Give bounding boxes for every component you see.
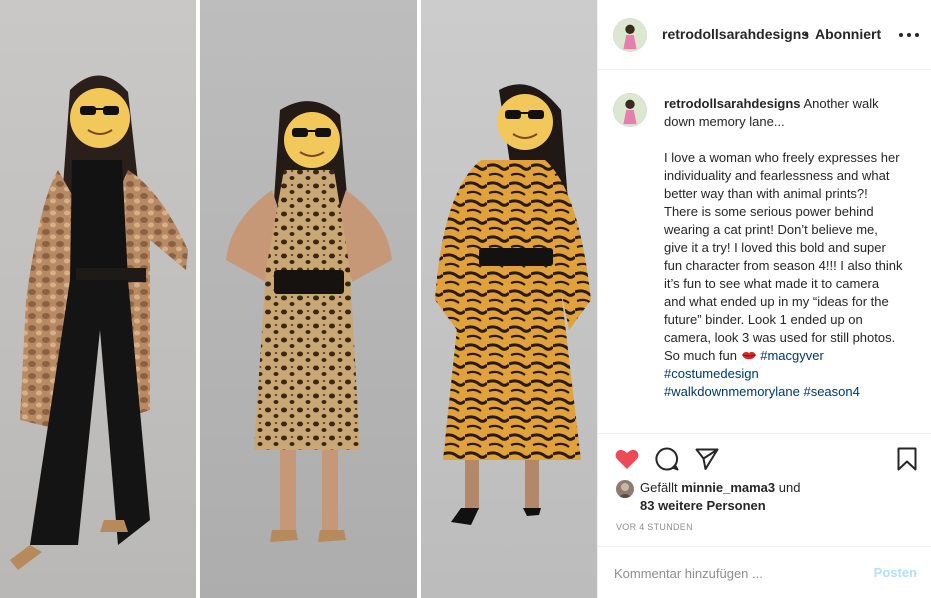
likes-prefix: Gefällt xyxy=(640,480,678,495)
paper-plane-icon[interactable] xyxy=(694,446,720,472)
action-bar xyxy=(598,433,931,479)
comment-icon[interactable] xyxy=(654,446,680,472)
caption-username[interactable]: retrodollsarahdesigns xyxy=(664,96,801,111)
post-header: retrodollsarahdesigns • Abonniert xyxy=(598,0,931,70)
post-image[interactable] xyxy=(0,0,597,598)
author-username[interactable]: retrodollsarahdesigns xyxy=(662,26,809,42)
author-avatar[interactable] xyxy=(613,18,647,52)
hashtag-link[interactable]: #walkdownmemorylane xyxy=(664,384,800,399)
look-2-photo xyxy=(200,0,417,598)
more-options-icon[interactable] xyxy=(898,24,920,44)
post-caption: retrodollsarahdesigns Another walk down … xyxy=(664,95,904,401)
post-sidebar: retrodollsarahdesigns • Abonniert retrod… xyxy=(597,0,931,598)
separator-dot: • xyxy=(804,26,809,42)
lips-emoji-icon xyxy=(741,351,756,360)
caption-body: I love a woman who freely expresses her … xyxy=(664,150,903,363)
liker-username[interactable]: minnie_mama3 xyxy=(681,480,775,495)
likes-others-link[interactable]: 83 weitere Personen xyxy=(640,498,766,513)
post-timestamp[interactable]: VOR 4 STUNDEN xyxy=(616,522,693,532)
bookmark-icon[interactable] xyxy=(894,446,920,472)
hashtag-link[interactable]: #costumedesign xyxy=(664,366,759,381)
comment-form: Posten xyxy=(598,546,931,598)
hashtag-link[interactable]: #macgyver xyxy=(760,348,824,363)
follow-status-button[interactable]: Abonniert xyxy=(815,26,881,42)
comment-input[interactable] xyxy=(614,561,854,585)
look-1-photo xyxy=(0,0,196,598)
post-comment-button[interactable]: Posten xyxy=(874,565,917,580)
heart-icon[interactable] xyxy=(614,446,640,472)
likes-conjunction: und xyxy=(778,480,801,495)
caption-author-avatar[interactable] xyxy=(613,93,647,127)
look-3-photo xyxy=(421,0,597,598)
liker-avatar[interactable] xyxy=(616,480,634,498)
hashtag-link[interactable]: #season4 xyxy=(803,384,859,399)
comments-area[interactable]: retrodollsarahdesigns Another walk down … xyxy=(598,71,931,433)
